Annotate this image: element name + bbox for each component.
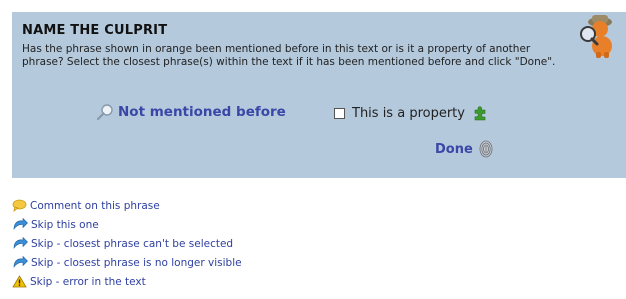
warning-icon [12, 275, 27, 288]
skip-cant-select-link[interactable]: Skip - closest phrase can't be selected [12, 234, 242, 253]
skip-error-link[interactable]: Skip - error in the text [12, 272, 242, 291]
action-links: Comment on this phrase Skip this one Ski… [12, 196, 242, 291]
fingerprint-icon [479, 140, 493, 158]
not-mentioned-button[interactable]: Not mentioned before [96, 103, 286, 121]
skip-arrow-icon [13, 218, 28, 230]
skip-arrow-icon [13, 237, 28, 249]
skip-this-one-label: Skip this one [31, 218, 99, 231]
task-panel: NAME THE CULPRIT Has the phrase shown in… [12, 12, 626, 178]
panel-title: NAME THE CULPRIT [22, 23, 168, 38]
property-option: This is a property [334, 105, 488, 121]
detective-mascot-icon [580, 15, 612, 58]
speech-bubble-icon [12, 199, 27, 212]
skip-this-one-link[interactable]: Skip this one [12, 215, 242, 234]
magnifier-icon [96, 104, 113, 121]
property-label[interactable]: This is a property [352, 106, 465, 121]
instructions-text: Has the phrase shown in orange been ment… [22, 43, 556, 68]
not-mentioned-label: Not mentioned before [118, 104, 286, 120]
skip-arrow-icon [13, 256, 28, 268]
skip-not-visible-label: Skip - closest phrase is no longer visib… [31, 256, 242, 269]
puzzle-piece-icon [474, 106, 486, 121]
skip-cant-select-label: Skip - closest phrase can't be selected [31, 237, 234, 250]
done-label: Done [435, 141, 473, 157]
property-checkbox[interactable] [334, 107, 345, 119]
skip-not-visible-link[interactable]: Skip - closest phrase is no longer visib… [12, 253, 242, 272]
done-button[interactable]: Done [435, 140, 493, 158]
skip-error-label: Skip - error in the text [30, 275, 146, 288]
comment-link[interactable]: Comment on this phrase [12, 196, 242, 215]
comment-link-label: Comment on this phrase [30, 199, 160, 212]
